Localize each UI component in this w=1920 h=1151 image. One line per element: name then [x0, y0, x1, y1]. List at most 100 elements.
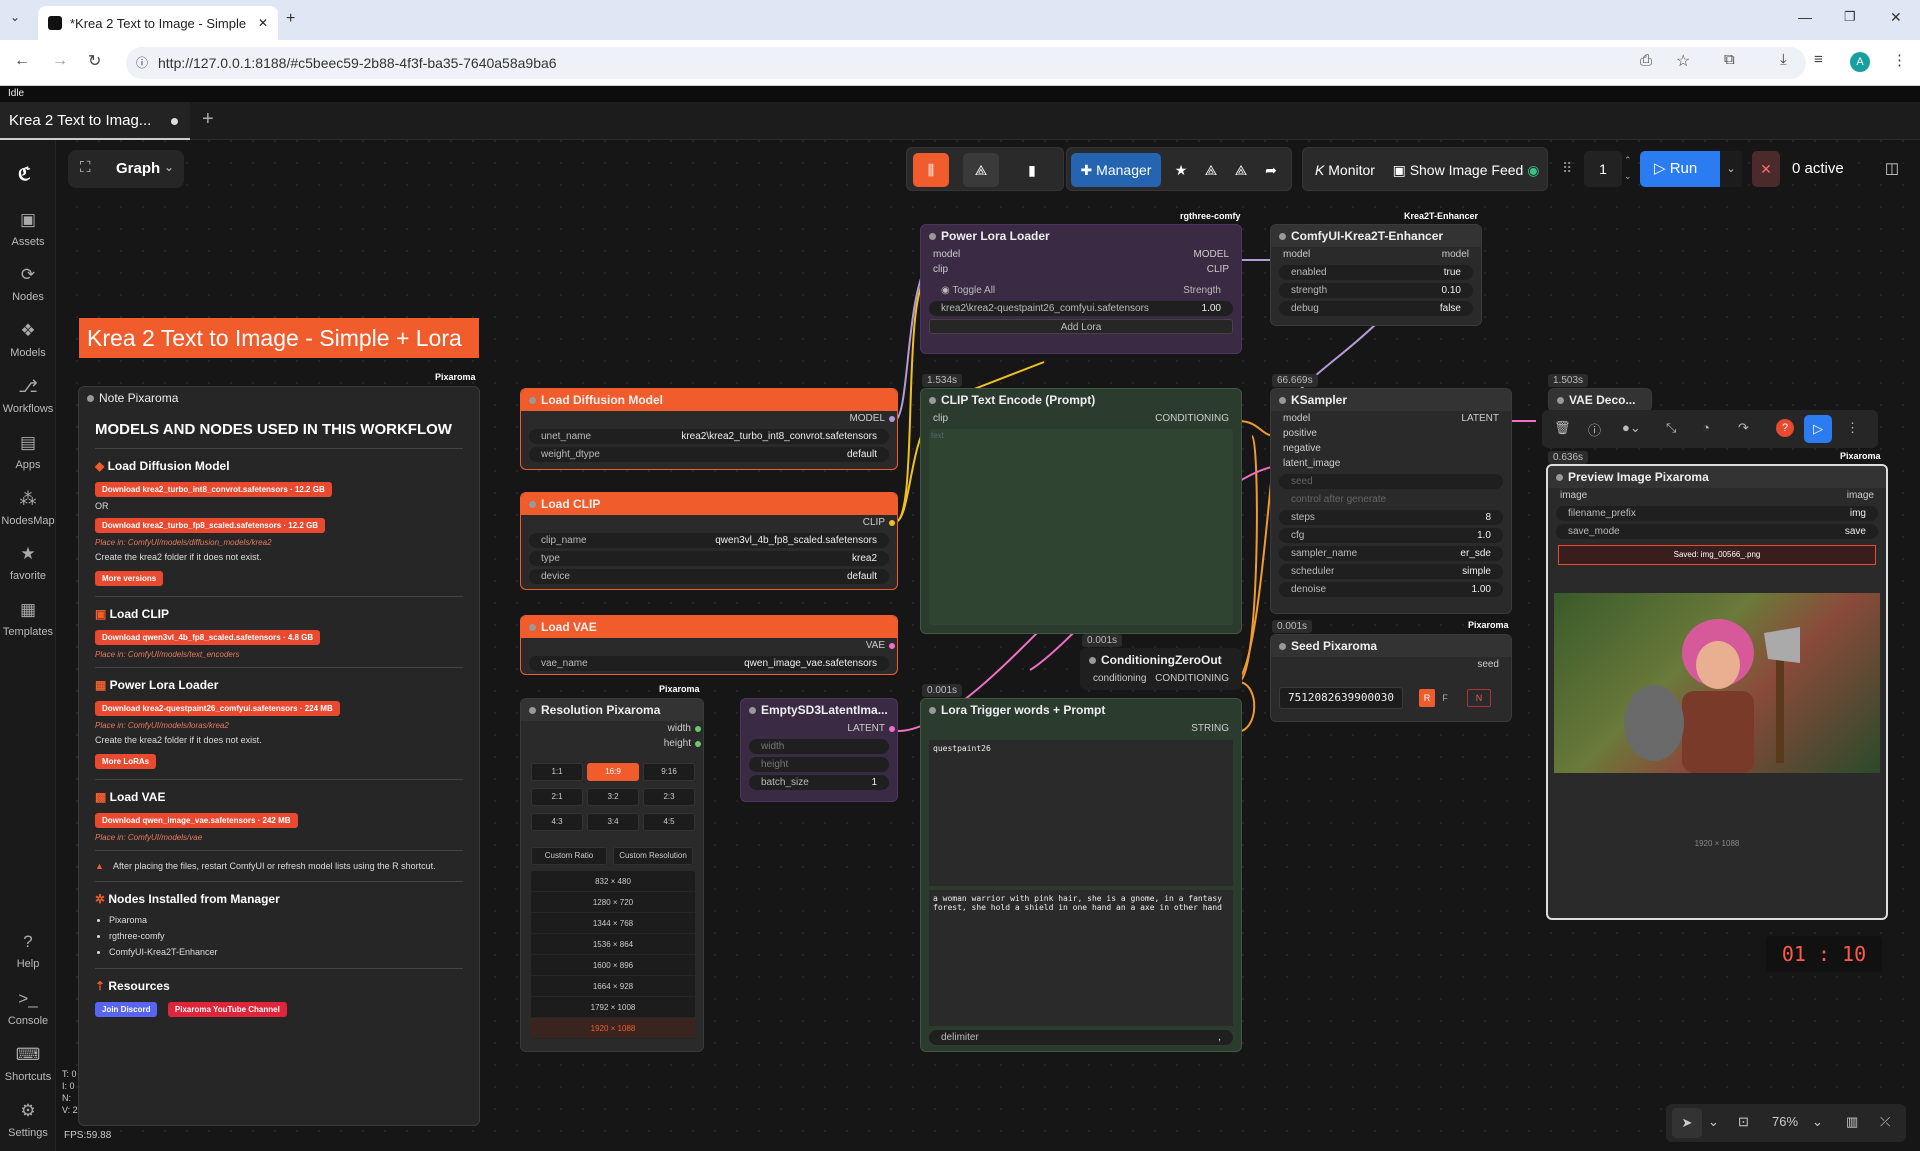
minimize-icon[interactable]: — — [1798, 9, 1812, 25]
sidebar-item-nodes[interactable]: ⟳ Nodes — [0, 265, 56, 303]
run-node-icon[interactable]: ▷ — [1804, 415, 1832, 443]
output-slot[interactable]: VAE — [521, 638, 897, 653]
download-clip-button[interactable]: Download qwen3vl_4b_fp8_scaled.safetenso… — [95, 630, 321, 645]
youtube-channel-button[interactable]: Pixaroma YouTube Channel — [167, 1002, 287, 1017]
strength-widget[interactable]: strength 0.10 — [1279, 283, 1473, 298]
clip-name-combo[interactable]: clip_name qwen3vl_4b_fp8_scaled.safetenso… — [529, 533, 889, 548]
output-slot[interactable]: CLIP — [521, 515, 897, 530]
sidebar-item-apps[interactable]: ▤ Apps — [0, 433, 56, 471]
sampler-widget[interactable]: sampler_name er_sde — [1279, 546, 1503, 561]
media-icon[interactable]: ≡ — [1814, 51, 1823, 68]
queue-count-input[interactable]: 1 — [1584, 151, 1622, 187]
model-slot[interactable]: model model — [1271, 247, 1481, 262]
sidebar-item-settings[interactable]: ⚙ Settings — [0, 1101, 56, 1139]
add-lora-button[interactable]: Add Lora — [929, 319, 1233, 334]
monitor-button[interactable]: K Monitor — [1309, 153, 1381, 187]
info-icon[interactable]: ⓘ — [1588, 420, 1601, 439]
enhancer-node[interactable]: ComfyUI-Krea2T-Enhancer model model enabl… — [1270, 224, 1482, 326]
drag-handle-icon[interactable]: ⠿ — [1562, 160, 1572, 177]
close-window-icon[interactable]: ✕ — [1890, 9, 1902, 26]
resolution-option[interactable]: 1536 × 864 — [531, 934, 695, 955]
resolution-option[interactable]: 1344 × 768 — [531, 913, 695, 934]
custom-resolution-button[interactable]: Custom Resolution — [613, 847, 693, 865]
zoom-dropdown-icon[interactable]: ⌄ — [1812, 1114, 1823, 1130]
sidebar-item-favorite[interactable]: ★ favorite — [0, 544, 56, 582]
clip-type-combo[interactable]: type krea2 — [529, 551, 889, 566]
load-diffusion-node[interactable]: Load Diffusion Model MODEL unet_name krea… — [520, 388, 898, 470]
clip-text-encode-node[interactable]: CLIP Text Encode (Prompt) clip CONDITIONI… — [920, 388, 1242, 634]
ratio-button[interactable]: 4:3 — [531, 813, 583, 831]
note-node[interactable]: Note Pixaroma MODELS AND NODES USED IN T… — [78, 386, 480, 1126]
new-tab-icon[interactable]: + — [286, 10, 295, 28]
share-icon[interactable]: ➦ — [1257, 153, 1285, 187]
triangle-b-icon[interactable]: ⟁ — [1227, 153, 1255, 187]
output-slot[interactable]: MODEL — [521, 411, 897, 426]
resolution-option[interactable]: 1600 × 896 — [531, 955, 695, 976]
workflow-tab[interactable]: Krea 2 Text to Imag... — [0, 102, 190, 140]
extensions-icon[interactable]: ⧉ — [1724, 51, 1735, 68]
forward-icon[interactable]: → — [52, 52, 68, 70]
bookmark-icon[interactable]: ▮ — [1015, 153, 1049, 187]
height-output[interactable]: height — [521, 736, 703, 751]
cancel-icon[interactable]: ✕ — [1752, 151, 1780, 187]
lora-row[interactable]: krea2\krea2-questpaint26_comfyui.safeten… — [929, 301, 1233, 316]
power-lora-node[interactable]: Power Lora Loader model MODEL clip CLIP ◉ … — [920, 224, 1242, 354]
ratio-button[interactable]: 16:9 — [587, 763, 639, 781]
filename-prefix-widget[interactable]: filename_prefix img — [1556, 506, 1878, 521]
weight-dtype-combo[interactable]: weight_dtype default — [529, 447, 889, 462]
sidebar-item-console[interactable]: >_ Console — [0, 989, 56, 1027]
lora-prompt-node[interactable]: Lora Trigger words + Prompt STRING quest… — [920, 698, 1242, 1052]
seed-node[interactable]: Seed Pixaroma seed 7512082639900030 R F … — [1270, 634, 1512, 722]
height-widget[interactable]: height — [749, 757, 889, 772]
sidebar-item-assets[interactable]: ▣ Assets — [0, 210, 56, 248]
redo-icon[interactable]: ↷ — [1738, 420, 1749, 436]
restore-icon[interactable]: ❐ — [1844, 9, 1856, 25]
select-tool-icon[interactable]: ➤ — [1672, 1108, 1702, 1138]
profile-avatar[interactable]: A — [1850, 52, 1870, 72]
resolution-node[interactable]: Resolution Pixaroma width height 1:1 16:9… — [520, 698, 704, 1052]
ratio-button[interactable]: 3:4 — [587, 813, 639, 831]
save-mode-widget[interactable]: save_mode save — [1556, 524, 1878, 539]
collapse-icon[interactable]: ⤡ — [1666, 420, 1676, 436]
conditioning-zero-out-node[interactable]: ConditioningZeroOut conditioning CONDITIO… — [1080, 648, 1242, 690]
pixaroma-audio-icon[interactable]: ⫼ — [913, 153, 949, 187]
latent-output[interactable]: LATENT — [741, 721, 897, 736]
clip-input[interactable]: clip CLIP — [921, 262, 1241, 277]
resolution-option[interactable]: 1280 × 720 — [531, 892, 695, 913]
seed-value-input[interactable]: 7512082639900030 — [1279, 687, 1403, 709]
toggle-all-row[interactable]: ◉ Toggle All Strength — [929, 283, 1233, 298]
more-loras-button[interactable]: More LoRAs — [95, 754, 157, 769]
scheduler-widget[interactable]: scheduler simple — [1279, 564, 1503, 579]
string-output[interactable]: STRING — [921, 721, 1241, 736]
downloads-icon[interactable]: ⤓ — [1780, 51, 1787, 68]
trigger-words-textarea[interactable]: questpaint26 — [929, 740, 1233, 886]
color-picker-icon[interactable]: ●⌄ — [1622, 420, 1641, 436]
sidebar-item-templates[interactable]: ▦ Templates — [0, 600, 56, 638]
triangle-logo-icon[interactable]: ⟁ — [963, 153, 999, 187]
sidebar-item-shortcuts[interactable]: ⌨ Shortcuts — [0, 1045, 56, 1083]
conditioning-slot[interactable]: conditioning CONDITIONING — [1081, 671, 1241, 686]
control-after-generate[interactable]: control after generate — [1279, 492, 1503, 507]
download-diffusion-int8-button[interactable]: Download krea2_turbo_int8_convrot.safete… — [95, 482, 332, 497]
ratio-button[interactable]: 2:3 — [643, 788, 695, 806]
close-tab-icon[interactable]: ✕ — [258, 16, 268, 30]
download-lora-button[interactable]: Download krea2-questpaint26_comfyui.safe… — [95, 701, 340, 716]
denoise-widget[interactable]: denoise 1.00 — [1279, 582, 1503, 597]
ratio-button[interactable]: 4:5 — [643, 813, 695, 831]
resolution-option[interactable]: 1920 × 1088 — [531, 1018, 695, 1039]
browser-menu-icon[interactable]: ⋮ — [1892, 51, 1907, 69]
run-button[interactable]: ▷ Run — [1640, 151, 1720, 187]
tool-dropdown-icon[interactable]: ⌄ — [1708, 1114, 1719, 1130]
cfg-widget[interactable]: cfg 1.0 — [1279, 528, 1503, 543]
load-vae-node[interactable]: Load VAE VAE vae_name qwen_image_vae.safe… — [520, 615, 898, 675]
reload-icon[interactable]: ↻ — [88, 51, 101, 71]
back-icon[interactable]: ← — [14, 52, 30, 70]
graph-selector[interactable]: ⛶ Graph ⌄ — [68, 150, 184, 188]
site-info-icon[interactable]: ⓘ — [136, 47, 148, 79]
join-discord-button[interactable]: Join Discord — [95, 1002, 158, 1017]
download-diffusion-fp8-button[interactable]: Download krea2_turbo_fp8_scaled.safetens… — [95, 518, 326, 533]
vae-name-combo[interactable]: vae_name qwen_image_vae.safetensors — [529, 656, 889, 671]
zoom-level[interactable]: 76% — [1772, 1114, 1798, 1129]
clip-device-combo[interactable]: device default — [529, 569, 889, 584]
tab-list-icon[interactable]: ⌄ — [10, 10, 20, 24]
